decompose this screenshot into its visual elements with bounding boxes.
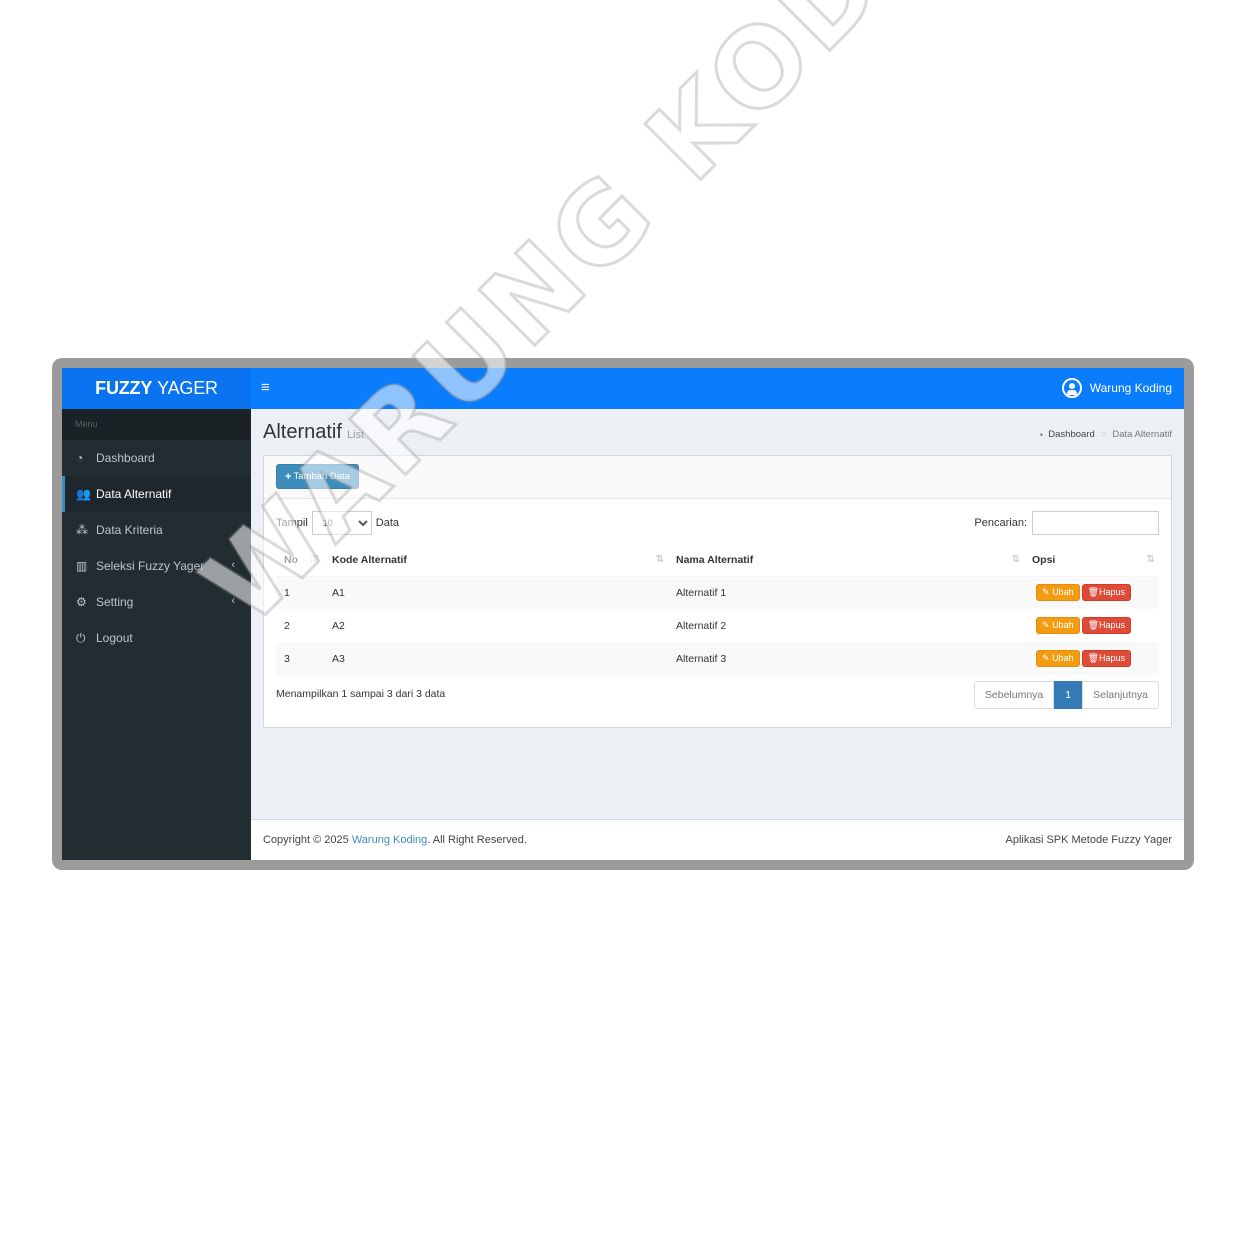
user-name: Warung Koding bbox=[1089, 381, 1172, 395]
cell-kode: A1 bbox=[332, 586, 345, 599]
cell-no: 2 bbox=[284, 619, 290, 632]
brand-bold: FUZZY bbox=[95, 378, 153, 398]
column-header-nama[interactable]: Nama Alternatif ⇅ bbox=[668, 545, 1024, 577]
search-control: Pencarian: bbox=[974, 511, 1159, 535]
page-length-control: Tampil 10 Data bbox=[276, 511, 399, 535]
table-info: Menampilkan 1 sampai 3 dari 3 data bbox=[276, 688, 446, 700]
bar-chart-icon: ▥ bbox=[76, 559, 88, 573]
brand-logo[interactable]: FUZZY YAGER bbox=[62, 368, 251, 409]
edit-button[interactable]: ✎ Ubah bbox=[1036, 584, 1080, 602]
cell-nama: Alternatif 1 bbox=[676, 586, 727, 599]
trash-icon: 🗑 bbox=[1087, 587, 1100, 598]
chevron-left-icon: ‹ bbox=[231, 559, 235, 571]
brand-rest: YAGER bbox=[157, 378, 218, 398]
user-avatar-icon bbox=[1061, 378, 1082, 398]
edit-button[interactable]: ✎ Ubah bbox=[1036, 650, 1080, 667]
delete-button[interactable]: 🗑Hapus bbox=[1081, 650, 1132, 667]
stage: FUZZY YAGER ≡ Warung Koding Menu ◔ Dashbo… bbox=[0, 0, 1250, 1250]
top-navbar: FUZZY YAGER ≡ Warung Koding bbox=[62, 368, 1184, 409]
cell-nama: Alternatif 2 bbox=[676, 619, 727, 632]
user-menu[interactable]: Warung Koding bbox=[1061, 378, 1172, 398]
breadcrumb-current: Data Alternatif bbox=[1112, 429, 1172, 440]
sidebar-item-dashboard[interactable]: ◔ Dashboard bbox=[62, 440, 251, 476]
sidebar: Menu ◔ Dashboard 👥 Data Alternatif ⁂ Dat… bbox=[62, 409, 251, 860]
column-header-no[interactable]: No ↓⇅ bbox=[276, 545, 324, 577]
breadcrumb: ◔ Dashboard > Data Alternatif bbox=[1038, 429, 1172, 440]
page-title-text: Alternatif bbox=[263, 421, 342, 443]
sidebar-item-label: Data Kriteria bbox=[96, 523, 163, 537]
add-data-label: Tambah Data bbox=[293, 471, 350, 482]
show-label: Tampil bbox=[276, 517, 308, 529]
sidebar-item-label: Logout bbox=[96, 631, 133, 645]
search-input[interactable] bbox=[1032, 511, 1159, 535]
power-icon: ⏻ bbox=[76, 630, 86, 645]
edit-icon: ✎ bbox=[1042, 587, 1050, 598]
footer-link[interactable]: Warung Koding bbox=[352, 834, 427, 846]
sidebar-item-label: Setting bbox=[96, 595, 134, 609]
sidebar-item-label: Seleksi Fuzzy Yager bbox=[96, 559, 205, 573]
footer-app-name: Aplikasi SPK Metode Fuzzy Yager bbox=[1005, 834, 1172, 846]
cell-nama: Alternatif 3 bbox=[676, 652, 727, 665]
trash-icon: 🗑 bbox=[1087, 653, 1100, 663]
page-length-select[interactable]: 10 bbox=[311, 511, 372, 535]
pagination-prev[interactable]: Sebelumnya bbox=[973, 681, 1055, 709]
trash-icon: 🗑 bbox=[1087, 620, 1100, 630]
alternatif-table: No ↓⇅ Kode Alternatif ⇅ Nama Alternatif ⇅ O… bbox=[276, 545, 1159, 675]
cell-kode: A2 bbox=[332, 619, 345, 632]
column-header-opsi[interactable]: Opsi ⇅ bbox=[1024, 545, 1159, 577]
table-row: 3 A3 Alternatif 3 ✎ Ubah 🗑Hapus bbox=[276, 642, 1159, 675]
breadcrumb-home[interactable]: Dashboard bbox=[1048, 429, 1094, 440]
sort-icon: ⇅ bbox=[655, 554, 665, 565]
add-data-button[interactable]: + Tambah Data bbox=[276, 464, 359, 489]
footer-copyright: Copyright © 2025 Warung Koding. All Righ… bbox=[263, 834, 527, 846]
sidebar-menu-header: Menu bbox=[62, 409, 251, 440]
edit-icon: ✎ bbox=[1042, 653, 1050, 663]
cell-opsi: ✎ Ubah 🗑Hapus bbox=[1024, 576, 1159, 609]
page-subtitle: List bbox=[346, 429, 365, 441]
sort-icon: ⇅ bbox=[1146, 554, 1156, 565]
dashboard-icon: ◔ bbox=[1037, 429, 1044, 440]
pagination-page[interactable]: 1 bbox=[1054, 681, 1083, 709]
app: FUZZY YAGER ≡ Warung Koding Menu ◔ Dashbo… bbox=[62, 368, 1184, 860]
pagination-next[interactable]: Selanjutnya bbox=[1082, 681, 1159, 709]
cell-no: 3 bbox=[284, 652, 290, 665]
cell-kode: A3 bbox=[332, 652, 345, 665]
cell-opsi: ✎ Ubah 🗑Hapus bbox=[1024, 642, 1159, 675]
footer: Copyright © 2025 Warung Koding. All Righ… bbox=[251, 819, 1184, 860]
chevron-left-icon: ‹ bbox=[231, 595, 235, 607]
sidebar-item-data-kriteria[interactable]: ⁂ Data Kriteria bbox=[62, 512, 251, 548]
cubes-icon: ⁂ bbox=[76, 523, 88, 537]
show-suffix: Data bbox=[375, 517, 400, 529]
cell-opsi: ✎ Ubah 🗑Hapus bbox=[1024, 609, 1159, 642]
page-title: Alternatif List bbox=[263, 421, 364, 444]
edit-button[interactable]: ✎ Ubah bbox=[1036, 617, 1080, 634]
plus-icon: + bbox=[285, 470, 292, 483]
box-header: + Tambah Data bbox=[264, 456, 1171, 499]
sidebar-item-logout[interactable]: ⏻ Logout bbox=[62, 620, 251, 656]
content-area: Alternatif List ◔ Dashboard > Data Altern… bbox=[251, 409, 1184, 819]
cell-no: 1 bbox=[284, 586, 290, 599]
dashboard-icon: ◔ bbox=[76, 451, 84, 465]
search-label: Pencarian: bbox=[974, 517, 1027, 529]
sidebar-item-label: Dashboard bbox=[96, 451, 155, 465]
delete-button[interactable]: 🗑Hapus bbox=[1081, 584, 1132, 602]
users-icon: 👥 bbox=[76, 487, 91, 501]
breadcrumb-separator: > bbox=[1100, 429, 1107, 440]
table-row: 1 A1 Alternatif 1 ✎ Ubah 🗑Hapus bbox=[276, 576, 1159, 609]
edit-icon: ✎ bbox=[1042, 620, 1050, 630]
sort-icon: ↓⇅ bbox=[308, 554, 320, 565]
sort-icon: ⇅ bbox=[1011, 554, 1021, 565]
sidebar-item-seleksi-fuzzy-yager[interactable]: ▥ Seleksi Fuzzy Yager ‹ bbox=[62, 548, 251, 584]
column-header-kode[interactable]: Kode Alternatif ⇅ bbox=[324, 545, 668, 577]
sidebar-item-setting[interactable]: ⚙ Setting ‹ bbox=[62, 584, 251, 620]
sidebar-item-data-alternatif[interactable]: 👥 Data Alternatif bbox=[62, 476, 251, 512]
gear-icon: ⚙ bbox=[76, 595, 87, 609]
hamburger-icon[interactable]: ≡ bbox=[261, 380, 275, 396]
pagination: Sebelumnya 1 Selanjutnya bbox=[973, 681, 1159, 709]
delete-button[interactable]: 🗑Hapus bbox=[1081, 617, 1132, 634]
data-box: + Tambah Data Tampil 10 Data Pencarian: bbox=[263, 455, 1172, 728]
table-row: 2 A2 Alternatif 2 ✎ Ubah 🗑Hapus bbox=[276, 609, 1159, 642]
sidebar-item-label: Data Alternatif bbox=[96, 487, 172, 501]
